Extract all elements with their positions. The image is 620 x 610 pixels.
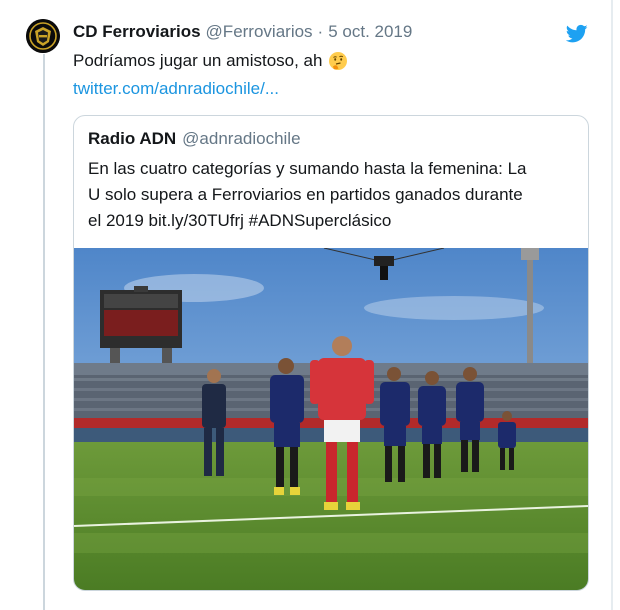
quote-text-line: el 2019 bit.ly/30TUfrj #ADNSuperclásico bbox=[88, 211, 392, 230]
quoted-tweet-card[interactable]: Radio ADN @adnradiochile En las cuatro c… bbox=[73, 115, 589, 591]
quote-text-line: U solo supera a Ferroviarios en partidos… bbox=[88, 185, 523, 204]
thread-line bbox=[43, 54, 45, 610]
thinking-face-icon bbox=[329, 52, 348, 70]
user-handle[interactable]: @Ferroviarios bbox=[206, 22, 313, 42]
tweet-header: CD Ferroviarios @Ferroviarios · 5 oct. 2… bbox=[73, 22, 412, 44]
quote-display-name[interactable]: Radio ADN bbox=[88, 129, 176, 149]
tweet-text-content: Podríamos jugar un amistoso, ah bbox=[73, 51, 323, 70]
avatar[interactable] bbox=[26, 19, 60, 53]
tweet-text: Podríamos jugar un amistoso, ah bbox=[73, 51, 348, 71]
quote-photo[interactable] bbox=[74, 248, 588, 590]
quote-text-line: En las cuatro categorías y sumando hasta… bbox=[88, 159, 527, 178]
column-border bbox=[611, 0, 613, 610]
separator: · bbox=[317, 22, 324, 41]
quote-header: Radio ADN @adnradiochile bbox=[88, 129, 301, 149]
quote-text: En las cuatro categorías y sumando hasta… bbox=[88, 156, 578, 234]
club-crest-icon bbox=[26, 19, 60, 53]
tweet-date[interactable]: 5 oct. 2019 bbox=[328, 22, 412, 42]
twitter-bird-icon[interactable] bbox=[566, 24, 588, 44]
display-name[interactable]: CD Ferroviarios bbox=[73, 22, 201, 42]
tweet-link[interactable]: twitter.com/adnradiochile/... bbox=[73, 79, 279, 99]
quote-user-handle[interactable]: @adnradiochile bbox=[182, 129, 300, 149]
